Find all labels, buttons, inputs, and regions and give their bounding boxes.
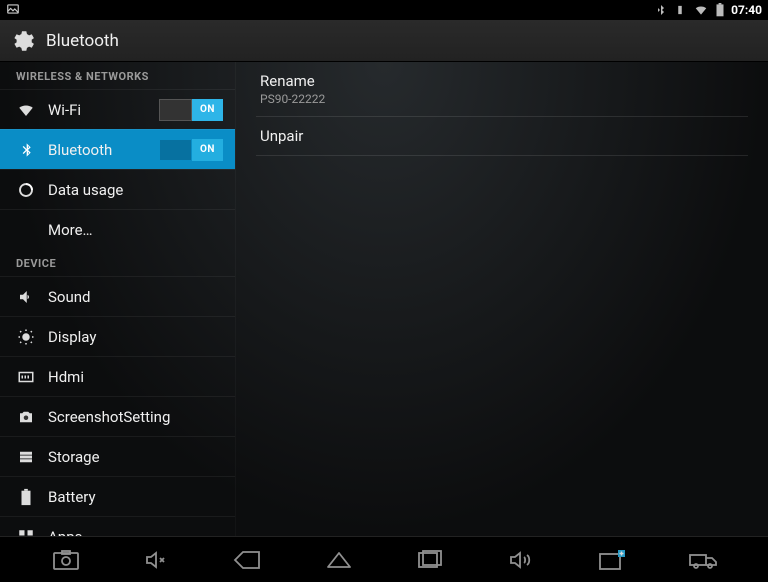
nav-back-button[interactable]	[220, 542, 276, 578]
wifi-status-icon	[693, 3, 709, 17]
sidebar-item-label: Storage	[48, 448, 223, 466]
sidebar-item-hdmi[interactable]: Hdmi	[0, 356, 235, 396]
sidebar-item-label: Sound	[48, 288, 223, 306]
nav-volume-up-button[interactable]	[493, 542, 549, 578]
sidebar-item-label: More…	[48, 221, 223, 239]
sidebar-item-bluetooth[interactable]: Bluetooth ON	[0, 129, 235, 169]
content-area: WIRELESS & NETWORKS Wi-Fi ON Bluetooth O…	[0, 62, 768, 536]
sidebar-item-storage[interactable]: Storage	[0, 436, 235, 476]
sidebar-item-wifi[interactable]: Wi-Fi ON	[0, 89, 235, 129]
sidebar-item-label: Bluetooth	[48, 141, 147, 159]
navigation-bar	[0, 536, 768, 582]
nav-volume-down-button[interactable]	[129, 542, 185, 578]
nav-recents-button[interactable]	[402, 542, 458, 578]
apps-icon	[16, 527, 36, 537]
battery-status-icon	[715, 3, 725, 17]
sidebar-item-label: ScreenshotSetting	[48, 408, 223, 426]
detail-rename[interactable]: Rename PS90-22222	[256, 62, 748, 117]
sidebar-item-battery[interactable]: Battery	[0, 476, 235, 516]
sidebar-item-label: Wi-Fi	[48, 101, 147, 119]
wifi-toggle[interactable]: ON	[159, 99, 223, 121]
detail-pane: Rename PS90-22222 Unpair	[236, 62, 768, 536]
bluetooth-icon	[16, 140, 36, 160]
camera-icon	[16, 407, 36, 427]
bluetooth-status-icon	[655, 3, 667, 17]
sidebar-item-label: Apps	[48, 528, 223, 537]
title-bar: Bluetooth	[0, 20, 768, 62]
detail-item-title: Unpair	[260, 127, 744, 145]
status-time: 07:40	[731, 3, 762, 17]
detail-item-title: Rename	[260, 72, 744, 90]
display-icon	[16, 327, 36, 347]
sidebar-item-display[interactable]: Display	[0, 316, 235, 356]
sidebar-item-label: Hdmi	[48, 368, 223, 386]
section-header-wireless: WIRELESS & NETWORKS	[0, 62, 235, 89]
bluetooth-toggle[interactable]: ON	[159, 139, 223, 161]
sidebar-item-label: Battery	[48, 488, 223, 506]
settings-gear-icon[interactable]	[8, 27, 36, 55]
sidebar-item-data-usage[interactable]: Data usage	[0, 169, 235, 209]
empty-icon	[16, 220, 36, 240]
sidebar-item-screenshot[interactable]: ScreenshotSetting	[0, 396, 235, 436]
image-icon	[6, 2, 20, 19]
sidebar-item-label: Display	[48, 328, 223, 346]
hdmi-icon	[16, 367, 36, 387]
sidebar-item-label: Data usage	[48, 181, 223, 199]
status-bar: 07:40	[0, 0, 768, 20]
detail-item-subtitle: PS90-22222	[260, 92, 744, 106]
sidebar-item-more[interactable]: More…	[0, 209, 235, 249]
nav-home-button[interactable]	[311, 542, 367, 578]
section-header-device: DEVICE	[0, 249, 235, 276]
nav-screenshot-button[interactable]	[38, 542, 94, 578]
nav-add-window-button[interactable]	[584, 542, 640, 578]
sound-icon	[16, 287, 36, 307]
settings-sidebar: WIRELESS & NETWORKS Wi-Fi ON Bluetooth O…	[0, 62, 236, 536]
sidebar-item-sound[interactable]: Sound	[0, 276, 235, 316]
sidebar-item-apps[interactable]: Apps	[0, 516, 235, 536]
detail-unpair[interactable]: Unpair	[256, 117, 748, 156]
nav-truck-button[interactable]	[675, 542, 731, 578]
data-usage-icon	[16, 180, 36, 200]
vibrate-icon	[673, 3, 687, 17]
page-title: Bluetooth	[46, 31, 119, 51]
wifi-icon	[16, 100, 36, 120]
battery-icon	[16, 487, 36, 507]
storage-icon	[16, 447, 36, 467]
